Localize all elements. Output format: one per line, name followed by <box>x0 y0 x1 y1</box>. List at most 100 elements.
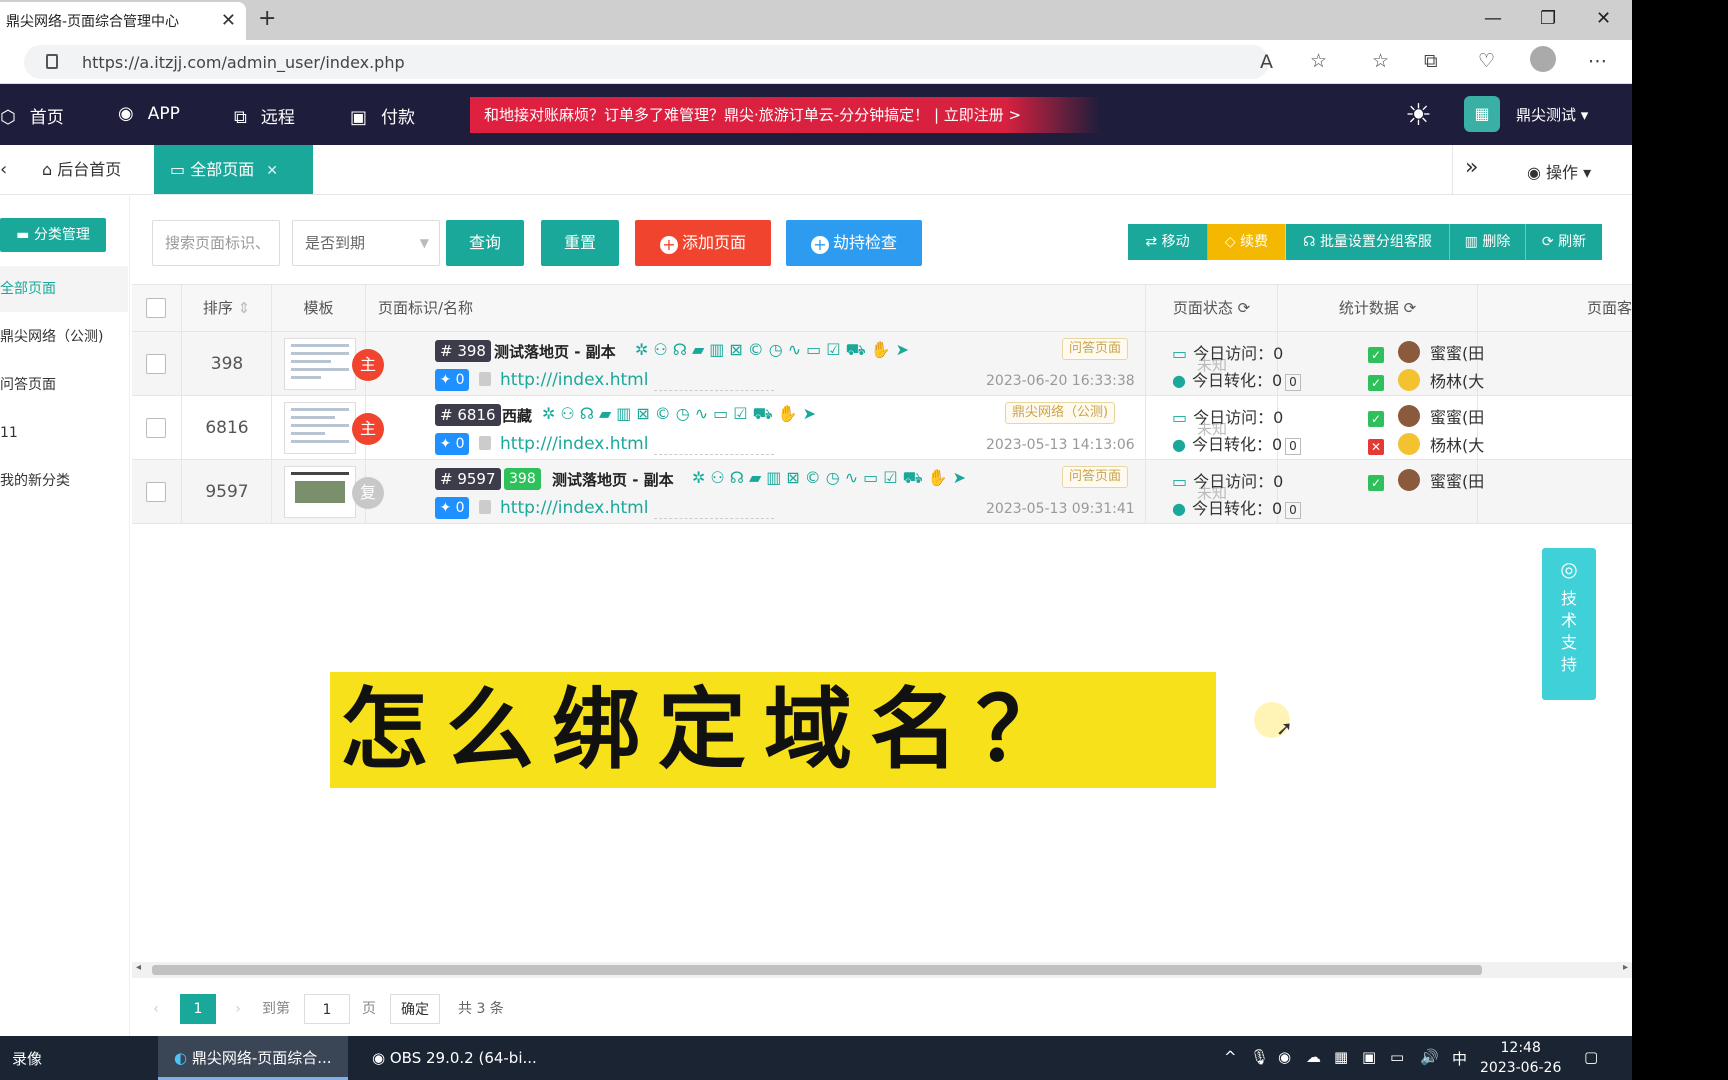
renew-button[interactable]: ◇ 续费 <box>1208 224 1286 260</box>
performance-icon[interactable]: ♡ <box>1478 50 1495 72</box>
page-1[interactable]: 1 <box>180 994 216 1024</box>
lock-icon[interactable] <box>479 500 491 514</box>
hijack-check-button[interactable]: + 劫持检查 <box>786 220 922 266</box>
reset-button[interactable]: 重置 <box>541 220 619 266</box>
refresh-icon[interactable]: ⟳ <box>1238 299 1251 317</box>
browser-tab[interactable]: 鼎尖网络-页面综合管理中心 ✕ <box>0 2 246 40</box>
service-1[interactable]: ✓ 蜜蜜(田 <box>1368 468 1484 492</box>
horizontal-scrollbar[interactable]: ◂ ▸ <box>132 962 1632 978</box>
mic-icon[interactable]: 🎙 <box>1250 1048 1269 1066</box>
refresh-icon[interactable]: ⟳ <box>1404 299 1417 317</box>
tray-arrow-icon[interactable]: ^ <box>1224 1048 1237 1066</box>
row-checkbox[interactable] <box>146 354 166 374</box>
lock-icon[interactable] <box>479 436 491 450</box>
minimize-icon[interactable]: — <box>1484 8 1502 29</box>
network-icon[interactable]: ▣ <box>1362 1048 1376 1066</box>
url-text[interactable]: https://a.itzjj.com/admin_user/index.php <box>82 53 405 72</box>
nav-remote[interactable]: ⧉ 远程 <box>234 103 295 128</box>
prev-page-icon[interactable]: ‹ <box>146 994 166 1024</box>
expiry-select[interactable]: 是否到期 ▼ <box>292 220 440 266</box>
next-page-icon[interactable]: › <box>228 994 248 1024</box>
sidebar-item-dingjian[interactable]: 鼎尖网络（公测) <box>0 314 128 360</box>
nav-app[interactable]: ◉ APP <box>118 103 180 124</box>
favorite-icon[interactable]: ☆ <box>1310 50 1327 72</box>
window-close-icon[interactable]: ✕ <box>1596 8 1611 29</box>
sidebar-item-11[interactable]: 11 <box>0 410 128 456</box>
nav-home[interactable]: ⬡ 首页 <box>0 103 64 128</box>
url-box[interactable]: https://a.itzjj.com/admin_user/index.php… <box>24 45 1327 79</box>
page-name[interactable]: 测试落地页 - 副本 <box>552 469 674 490</box>
chevron-left-icon[interactable]: ‹ <box>0 159 7 180</box>
scroll-right-icon[interactable]: ▸ <box>1623 962 1628 973</box>
obs-tray-icon[interactable]: ◉ <box>1278 1048 1291 1066</box>
ime-indicator[interactable]: 中 <box>1452 1048 1467 1069</box>
favorites-list-icon[interactable]: ☆ <box>1372 50 1389 72</box>
user-menu[interactable]: 鼎尖测试 ▾ <box>1516 104 1588 125</box>
table-row[interactable]: 9597 复 # 9597 398 测试落地页 - 副本 ✲⚇☊▰▥⊠©◷∿▭☑… <box>132 460 1632 524</box>
service-2[interactable]: ✓ 杨林(大 <box>1368 368 1484 392</box>
cloud-icon[interactable]: ☁ <box>1306 1048 1321 1066</box>
template-thumbnail[interactable] <box>284 338 356 390</box>
sidebar-item-qa[interactable]: 问答页面 <box>0 362 128 408</box>
add-page-button[interactable]: + 添加页面 <box>635 220 771 266</box>
tech-support-button[interactable]: ◎ 技术支持 <box>1542 548 1596 700</box>
delete-button[interactable]: ▥ 删除 <box>1450 224 1526 260</box>
tab-home[interactable]: ⌂ 后台首页 <box>26 145 137 194</box>
operation-menu[interactable]: ◉ 操作 ▾ <box>1527 159 1591 183</box>
volume-icon[interactable]: 🔊 <box>1420 1048 1439 1066</box>
page-name[interactable]: 西藏 <box>502 405 532 426</box>
page-link[interactable]: http:///index.html <box>500 498 648 518</box>
new-tab-icon[interactable]: + <box>258 6 276 31</box>
lock-icon[interactable] <box>46 54 58 69</box>
action-icons[interactable]: ✲⚇☊▰▥⊠©◷∿▭☑⛟✋➤ <box>692 468 971 489</box>
query-button[interactable]: 查询 <box>446 220 524 266</box>
search-input[interactable]: 搜索页面标识、 <box>152 220 280 266</box>
read-aloud-icon[interactable]: A <box>1260 51 1273 73</box>
table-row[interactable]: 398 主 # 398 测试落地页 - 副本 ✲⚇☊▰▥⊠©◷∿▭☑⛟✋➤ 问答… <box>132 332 1632 396</box>
close-tab-icon[interactable]: ✕ <box>221 10 236 31</box>
template-thumbnail[interactable] <box>284 402 356 454</box>
page-link[interactable]: http:///index.html <box>500 370 648 390</box>
confirm-button[interactable]: 确定 <box>390 994 440 1024</box>
action-icons[interactable]: ✲⚇☊▰▥⊠©◷∿▭☑⛟✋➤ <box>542 404 821 425</box>
move-button[interactable]: ⇄ 移动 <box>1128 224 1208 260</box>
clock[interactable]: 12:48 2023-06-26 <box>1480 1038 1561 1078</box>
nav-payment[interactable]: ▣ 付款 <box>350 103 415 128</box>
page-link[interactable]: http:///index.html <box>500 434 648 454</box>
more-icon[interactable]: ⋯ <box>1588 50 1607 72</box>
row-checkbox[interactable] <box>146 418 166 438</box>
double-chevron-right-icon[interactable]: » <box>1465 155 1478 180</box>
lock-icon[interactable] <box>479 372 491 386</box>
table-row[interactable]: 6816 主 # 6816 西藏 ✲⚇☊▰▥⊠©◷∿▭☑⛟✋➤ 鼎尖网络（公测)… <box>132 396 1632 460</box>
profile-icon[interactable] <box>1530 46 1556 72</box>
category-manage-button[interactable]: ▬ 分类管理 <box>0 218 106 252</box>
service-2[interactable]: ✕ 杨林(大 <box>1368 432 1484 456</box>
header-sort[interactable]: 排序 ⇕ <box>182 285 272 332</box>
collections-icon[interactable]: ⧉ <box>1424 50 1438 72</box>
app-tray-icon[interactable]: ▦ <box>1334 1048 1348 1066</box>
taskbar-record-label[interactable]: 录像 <box>12 1048 42 1069</box>
tab-all-pages[interactable]: ▭ 全部页面 ✕ <box>154 145 313 194</box>
batch-service-button[interactable]: ☊ 批量设置分组客服 <box>1286 224 1450 260</box>
select-all-checkbox[interactable] <box>146 298 166 318</box>
service-1[interactable]: ✓ 蜜蜜(田 <box>1368 340 1484 364</box>
service-1[interactable]: ✓ 蜜蜜(田 <box>1368 404 1484 428</box>
taskbar-obs-app[interactable]: ◉ OBS 29.0.2 (64-bi... <box>356 1036 546 1080</box>
sidebar-item-my-new[interactable]: 我的新分类 <box>0 458 128 504</box>
ad-banner[interactable]: 和地接对账麻烦？订单多了难管理？鼎尖·旅游订单云-分分钟搞定！ | 立即注册 > <box>470 97 1100 133</box>
theme-sun-icon[interactable]: ☀ <box>1405 98 1432 133</box>
refresh-button[interactable]: ⟳ 刷新 <box>1526 224 1602 260</box>
sidebar-item-all[interactable]: 全部页面 <box>0 266 128 312</box>
display-icon[interactable]: ▭ <box>1390 1048 1404 1066</box>
row-checkbox[interactable] <box>146 482 166 502</box>
restore-icon[interactable]: ❐ <box>1540 8 1556 29</box>
close-tab-icon[interactable]: ✕ <box>266 163 278 179</box>
page-name[interactable]: 测试落地页 - 副本 <box>494 341 616 362</box>
notification-icon[interactable]: ▢ <box>1584 1048 1598 1066</box>
scrollbar-thumb[interactable] <box>152 965 1482 975</box>
page-input[interactable]: 1 <box>304 994 350 1024</box>
action-icons[interactable]: ✲⚇☊▰▥⊠©◷∿▭☑⛟✋➤ <box>635 340 914 361</box>
taskbar-edge-app[interactable]: ◐ 鼎尖网络-页面综合... <box>158 1036 348 1080</box>
scroll-left-icon[interactable]: ◂ <box>136 962 141 973</box>
template-thumbnail[interactable] <box>284 466 356 518</box>
